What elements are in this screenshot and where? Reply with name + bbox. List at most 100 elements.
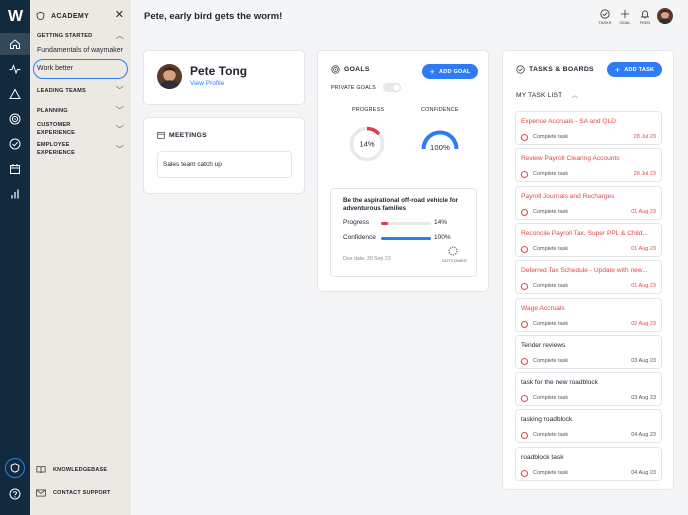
goal-button[interactable]: GOAL [616,9,634,25]
complete-task-checkbox[interactable] [521,357,528,365]
meetings-header: MEETINGS [157,131,207,139]
meetings-card: MEETINGS Sales team catch up [143,117,305,194]
task-item[interactable]: Reconcile Payroll Tax, Super PPL & Child… [515,222,662,257]
chevron-down-icon: ﹀ [115,86,124,95]
activity-icon[interactable] [7,61,23,77]
academy-header: ACADEMY ✕ [36,9,126,23]
task-item[interactable]: Expense Accruals - SA and QLD Complete ta… [515,111,662,145]
complete-task-checkbox[interactable] [521,171,528,179]
main-content: Pete, early bird gets the worm! TASKS GO… [131,0,688,515]
complete-task-label[interactable]: Complete task [533,171,568,177]
complete-task-checkbox[interactable] [521,469,528,477]
add-goal-button[interactable]: + ADD GOAL [422,64,478,79]
bar-chart-icon[interactable] [7,186,23,202]
goal-label: GOAL [619,20,631,25]
private-goals-toggle[interactable] [383,83,401,92]
chevron-up-icon: ︿ [115,31,124,40]
task-item[interactable]: Review Payroll Clearing Accounts Complete… [515,148,662,183]
view-profile-link[interactable]: View Profile [190,80,224,87]
section-planning[interactable]: PLANNING ﹀ [37,105,124,116]
goal-confidence-label: Confidence [343,234,376,241]
task-item[interactable]: Payroll Journals and Recharges Complete t… [515,185,662,220]
book-icon [36,466,46,473]
help-icon[interactable] [7,486,23,502]
complete-task-label[interactable]: Complete task [533,358,568,364]
complete-task-label[interactable]: Complete task [533,321,568,327]
task-item[interactable]: roadblock task Complete task 04 Aug 23 [515,446,662,481]
section-getting-started[interactable]: GETTING STARTED ︿ [37,30,124,41]
academy-panel: ACADEMY ✕ GETTING STARTED ︿ Fundamentals… [30,0,131,515]
add-task-label: ADD TASK [624,66,655,73]
contact-support-link[interactable]: CONTACT SUPPORT [36,489,111,497]
confidence-gauge-value: 100% [430,143,450,152]
target-icon[interactable] [7,111,23,127]
complete-task-label[interactable]: Complete task [533,432,568,438]
task-title: Payroll Journals and Recharges [521,192,615,200]
task-title: task for the new roadblock [521,379,598,387]
chevron-down-icon: ﹀ [115,106,124,115]
section-label: EMPLOYEE EXPERIENCE [37,142,76,156]
section-label: CUSTOMER EXPERIENCE [37,122,76,136]
bell-icon [640,10,650,19]
chevron-up-icon: ︿ [571,92,579,99]
complete-task-checkbox[interactable] [521,134,528,141]
progress-donut: 14% [349,126,385,162]
close-icon[interactable]: ✕ [115,9,124,21]
task-item[interactable]: tasking roadblock Complete task 04 Aug 23 [515,409,662,444]
goal-progress-bar [381,222,431,225]
complete-task-checkbox[interactable] [521,283,528,291]
complete-task-label[interactable]: Complete task [533,283,568,289]
check-circle-icon[interactable] [7,136,23,152]
shield-icon[interactable] [5,458,25,478]
home-icon[interactable] [0,33,30,55]
my-task-list-toggle[interactable]: MY TASK LIST ︿ [516,90,579,100]
section-employee-experience[interactable]: EMPLOYEE EXPERIENCE ﹀ [37,141,124,157]
complete-task-checkbox[interactable] [521,395,528,403]
task-item[interactable]: Deferred Tax Schedule - Update with new.… [515,260,662,295]
waymaker-logo[interactable]: W [4,8,26,25]
mail-icon [36,489,46,497]
section-leading-teams[interactable]: LEADING TEAMS ﹀ [37,85,124,96]
calendar-icon [157,132,165,139]
section-label: PLANNING [37,107,68,114]
goal-progress-label: Progress [343,219,370,226]
task-item[interactable]: Wage Accruals Complete task 02 Aug 23 [515,297,662,332]
task-title: Reconcile Payroll Tax, Super PPL & Child… [521,229,648,237]
complete-task-checkbox[interactable] [521,432,528,440]
feed-button[interactable]: FEED [636,9,654,25]
complete-task-label[interactable]: Complete task [533,395,568,401]
complete-task-checkbox[interactable] [521,320,528,328]
complete-task-label[interactable]: Complete task [533,470,568,476]
task-title: Wage Accruals [521,304,565,312]
task-title: Deferred Tax Schedule - Update with new.… [521,267,648,275]
tasks-label: TASKS [598,20,612,25]
goal-progress-fill [381,222,388,225]
knowledgebase-link[interactable]: KNOWLEDGEBASE [36,465,107,474]
contact-support-label: CONTACT SUPPORT [53,490,111,496]
goal-card[interactable]: Be the aspirational off-road vehicle for… [330,188,477,277]
task-due-date: 03 Aug 23 [631,395,656,402]
section-customer-experience[interactable]: CUSTOMER EXPERIENCE ﹀ [37,121,124,137]
plus-icon [620,9,630,19]
complete-task-label[interactable]: Complete task [533,209,568,215]
complete-task-checkbox[interactable] [521,245,528,253]
progress-donut-value: 14% [359,140,374,149]
complete-task-checkbox[interactable] [521,208,528,216]
confidence-heading: CONFIDENCE [421,107,459,113]
link-fundamentals[interactable]: Fundamentals of waymaker [37,47,123,54]
add-task-button[interactable]: + ADD TASK [607,62,662,77]
avatar[interactable] [657,8,673,24]
task-due-date: 28 Jul 23 [633,171,656,178]
avatar[interactable] [157,64,182,89]
task-due-date: 28 Jul 23 [633,134,656,140]
complete-task-label[interactable]: Complete task [533,134,568,140]
goals-card: GOALS + ADD GOAL PRIVATE GOALS PROGRESS C… [317,50,489,292]
task-item[interactable]: Tender reviews Complete task 03 Aug 23 [515,334,662,369]
task-item[interactable]: task for the new roadblock Complete task 0… [515,372,662,407]
link-work-better[interactable]: Work better [33,59,128,79]
triangle-icon[interactable] [7,86,23,102]
meeting-item[interactable]: Sales team catch up [157,151,292,178]
complete-task-label[interactable]: Complete task [533,246,568,252]
tasks-button[interactable]: TASKS [596,9,614,25]
calendar-icon[interactable] [7,161,23,177]
